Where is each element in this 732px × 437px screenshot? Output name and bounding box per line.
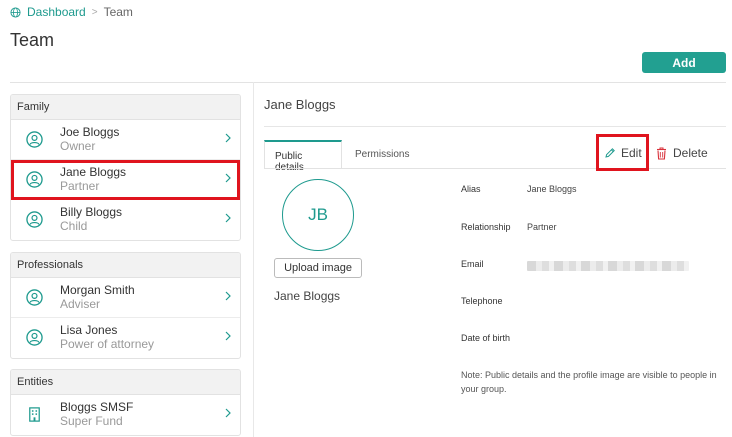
member-role: Power of attorney: [60, 337, 155, 351]
building-icon: [29, 407, 40, 422]
member-lisa-jones[interactable]: Lisa Jones Power of attorney: [11, 318, 240, 358]
detail-divider: [264, 126, 726, 127]
tab-permissions[interactable]: Permissions: [345, 140, 419, 169]
chevron-right-icon: [225, 213, 231, 223]
panel-divider: [253, 82, 254, 437]
visibility-note: Note: Public details and the profile ima…: [461, 370, 717, 394]
delete-label: Delete: [673, 146, 708, 160]
alias-label: Alias: [461, 184, 481, 194]
member-name: Morgan Smith: [60, 283, 135, 297]
member-billy-bloggs[interactable]: Billy Bloggs Child: [11, 200, 240, 240]
telephone-label: Telephone: [461, 296, 503, 306]
edit-label: Edit: [621, 145, 642, 160]
header-divider: [10, 82, 726, 83]
breadcrumb-separator: >: [91, 6, 98, 18]
entities-group-header: Entities: [11, 370, 240, 395]
pencil-icon: [605, 147, 615, 158]
person-circle-icon: [26, 211, 43, 228]
member-role: Adviser: [60, 297, 101, 311]
alias-value: Jane Bloggs: [527, 184, 577, 194]
delete-button[interactable]: Delete: [656, 146, 708, 160]
breadcrumb-current: Team: [103, 5, 133, 19]
person-circle-icon: [26, 171, 43, 188]
person-circle-icon: [26, 131, 43, 148]
member-role: Owner: [60, 139, 96, 153]
member-role: Child: [60, 219, 88, 233]
entities-group: Entities Bloggs SMSF Super Fund: [10, 369, 241, 436]
tab-public-details[interactable]: Public details: [264, 140, 342, 173]
add-button[interactable]: Add: [642, 52, 726, 73]
member-name: Lisa Jones: [60, 323, 118, 337]
chevron-right-icon: [225, 408, 231, 418]
member-jane-bloggs[interactable]: Jane Bloggs Partner: [11, 160, 240, 200]
profile-avatar: JB: [282, 179, 354, 251]
page-title: Team: [10, 30, 55, 50]
person-circle-icon: [26, 329, 43, 346]
member-morgan-smith[interactable]: Morgan Smith Adviser: [11, 278, 240, 318]
member-role: Partner: [60, 179, 100, 193]
edit-button[interactable]: Edit: [596, 134, 649, 171]
member-role: Super Fund: [60, 414, 123, 428]
email-value-redacted: [527, 261, 689, 271]
email-label: Email: [461, 259, 484, 269]
member-name: Joe Bloggs: [60, 125, 120, 139]
member-joe-bloggs[interactable]: Joe Bloggs Owner: [11, 120, 240, 160]
tab-divider: [264, 168, 726, 169]
chevron-right-icon: [225, 173, 231, 183]
relationship-label: Relationship: [461, 222, 511, 232]
upload-image-button[interactable]: Upload image: [274, 258, 362, 278]
trash-icon: [657, 147, 666, 160]
family-group: Family Joe Bloggs Owner Jane Bloggs Part…: [10, 94, 241, 241]
breadcrumb-dashboard-link[interactable]: Dashboard: [27, 5, 86, 19]
globe-icon: [10, 6, 21, 18]
chevron-right-icon: [225, 331, 231, 341]
member-bloggs-smsf[interactable]: Bloggs SMSF Super Fund: [11, 395, 240, 435]
breadcrumb: Dashboard > Team: [10, 5, 133, 19]
person-circle-icon: [26, 289, 43, 306]
professionals-group-header: Professionals: [11, 253, 240, 278]
profile-name: Jane Bloggs: [274, 289, 341, 303]
chevron-right-icon: [225, 291, 231, 301]
member-name: Jane Bloggs: [60, 165, 127, 179]
relationship-value: Partner: [527, 222, 557, 232]
member-name: Billy Bloggs: [60, 205, 123, 219]
professionals-group: Professionals Morgan Smith Adviser Lisa …: [10, 252, 241, 359]
family-group-header: Family: [11, 95, 240, 120]
detail-member-name: Jane Bloggs: [264, 97, 336, 112]
member-name: Bloggs SMSF: [60, 400, 134, 414]
chevron-right-icon: [225, 133, 231, 143]
dob-label: Date of birth: [461, 333, 511, 343]
